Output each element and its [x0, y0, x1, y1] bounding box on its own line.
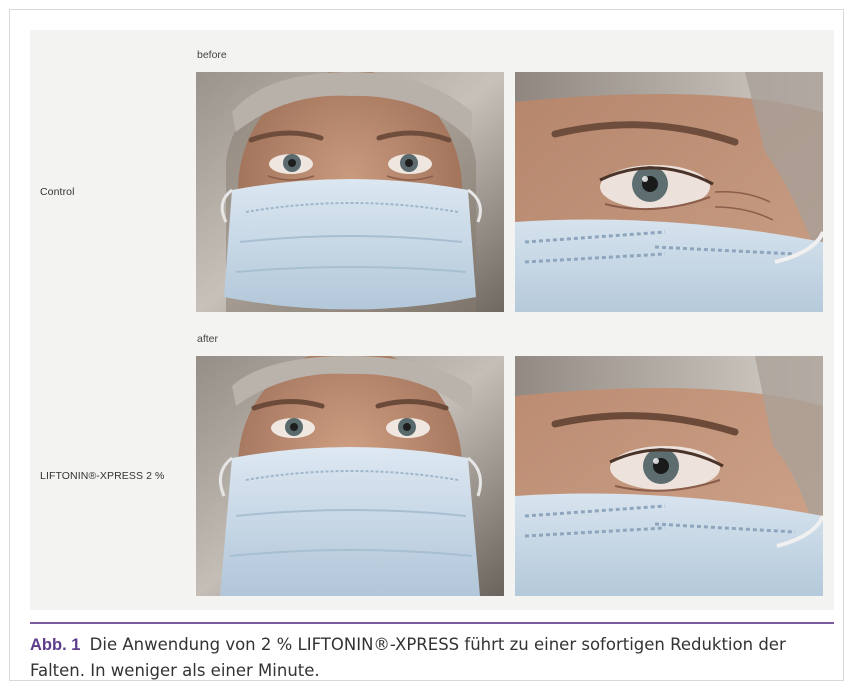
figure-caption: Abb. 1 Die Anwendung von 2 % LIFTONIN®-X…: [30, 632, 830, 684]
photo-before-eye-closeup: [515, 72, 823, 312]
photo-after-face: [196, 356, 504, 596]
row-label-control: Control: [40, 186, 75, 198]
after-label: after: [197, 333, 219, 345]
row-label-liftonin: LIFTONIN®-XPRESS 2 %: [40, 470, 165, 482]
caption-divider: [30, 622, 834, 624]
photo-after-eye-closeup: [515, 356, 823, 596]
caption-label: Abb. 1: [30, 636, 81, 654]
before-label: before: [197, 49, 227, 61]
photo-before-face: [196, 72, 504, 312]
caption-text: Die Anwendung von 2 % LIFTONIN®-XPRESS f…: [30, 635, 786, 680]
